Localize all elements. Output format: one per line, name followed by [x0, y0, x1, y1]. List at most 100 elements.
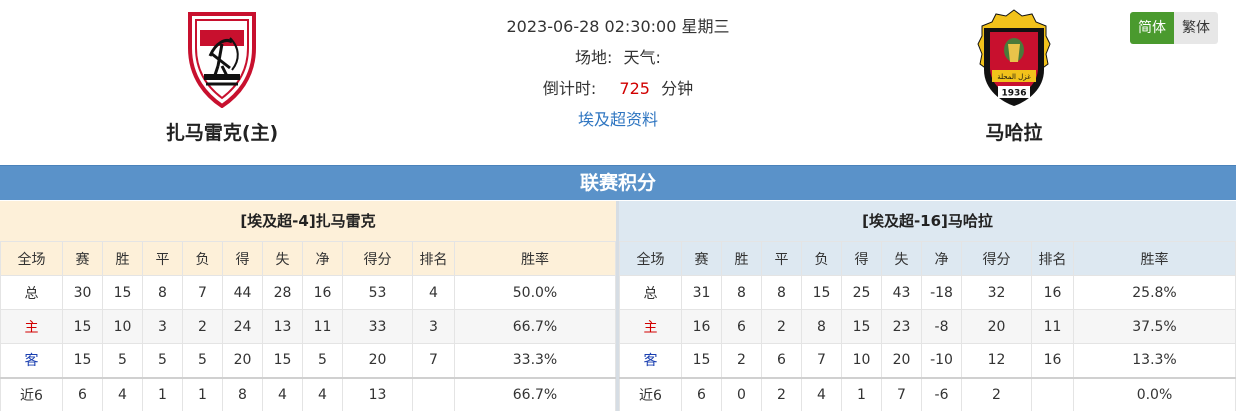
- column-header: 失: [881, 241, 922, 276]
- table-cell: 20: [222, 343, 263, 378]
- table-cell: 5: [102, 343, 143, 378]
- table-cell: 16: [1031, 343, 1074, 378]
- table-cell: 0: [721, 376, 762, 411]
- table-cell: 43: [881, 275, 922, 310]
- table-cell: 25: [841, 275, 882, 310]
- table-cell: 33.3%: [454, 343, 616, 378]
- league-info-link[interactable]: 埃及超资料: [578, 110, 658, 129]
- home-table-header: 全场赛胜平负得失净得分 排名 胜率: [0, 241, 616, 276]
- table-cell: 7: [881, 376, 922, 411]
- table-cell: 2: [961, 376, 1032, 411]
- table-cell: 近6: [0, 376, 63, 411]
- table-cell: [412, 376, 455, 411]
- away-team-name: 马哈拉: [985, 122, 1043, 144]
- table-cell: 8: [761, 275, 802, 310]
- table-cell: 66.7%: [454, 376, 616, 411]
- table-cell: -6: [921, 376, 962, 411]
- table-cell: 31: [681, 275, 722, 310]
- column-header: 得: [222, 241, 263, 276]
- table-cell: 11: [1031, 309, 1074, 344]
- column-header: 全场: [619, 241, 682, 276]
- column-header: 胜: [721, 241, 762, 276]
- table-cell: 6: [721, 309, 762, 344]
- table-cell: -8: [921, 309, 962, 344]
- table-cell: 24: [222, 309, 263, 344]
- table-cell: 13: [262, 309, 303, 344]
- away-table-body: 总 31 8 8 15 25 43 -18 32 16 25.8% 主 16 6 2 8 15 23 -8 20 11 3…: [619, 275, 1236, 411]
- table-row: 客 15 5 5 5 20 15 5 20 7 33.3%: [0, 343, 616, 378]
- table-cell: 5: [142, 343, 183, 378]
- column-header: 得分: [342, 241, 413, 276]
- column-header: 净: [302, 241, 343, 276]
- table-cell: 4: [102, 376, 143, 411]
- table-cell: 15: [262, 343, 303, 378]
- table-cell: 8: [142, 275, 183, 310]
- table-cell: 13: [342, 376, 413, 411]
- home-standings-panel: [埃及超-4]扎马雷克 全场赛胜平负得失净得分 排名 胜率 总 30 15 8 7 44 28 1…: [0, 201, 616, 411]
- venue-label: 场地:: [575, 48, 613, 67]
- column-header: 负: [182, 241, 223, 276]
- table-cell: 20: [881, 343, 922, 378]
- table-row: 近6 6 4 1 1 8 4 4 13 66.7%: [0, 376, 616, 411]
- away-team[interactable]: غزل المحلة 1936 马哈拉: [934, 8, 1094, 145]
- home-standings-title: [埃及超-4]扎马雷克: [0, 201, 616, 241]
- standings-section-title: 联赛积分: [0, 165, 1236, 200]
- table-cell: 16: [681, 309, 722, 344]
- table-cell: 1: [841, 376, 882, 411]
- table-cell: 8: [721, 275, 762, 310]
- home-team[interactable]: 扎马雷克(主): [142, 8, 302, 145]
- countdown-unit: 分钟: [661, 79, 694, 98]
- table-cell: 23: [881, 309, 922, 344]
- table-cell: 11: [302, 309, 343, 344]
- ghazl-mahalla-logo-icon: غزل المحلة 1936: [977, 9, 1051, 106]
- column-header: 胜: [102, 241, 143, 276]
- column-header: 排名: [412, 241, 455, 276]
- table-cell: 7: [801, 343, 842, 378]
- table-cell: 50.0%: [454, 275, 616, 310]
- table-cell: 16: [1031, 275, 1074, 310]
- table-cell: 总: [0, 275, 63, 310]
- table-cell: 0.0%: [1073, 376, 1236, 411]
- table-row: 近6 6 0 2 4 1 7 -6 2 0.0%: [619, 376, 1236, 411]
- table-cell: 44: [222, 275, 263, 310]
- home-team-name: 扎马雷克(主): [165, 122, 279, 144]
- table-cell: 2: [761, 376, 802, 411]
- table-cell: 32: [961, 275, 1032, 310]
- table-cell: 13.3%: [1073, 343, 1236, 378]
- table-cell: 15: [62, 309, 103, 344]
- lang-traditional-button[interactable]: 繁体: [1174, 12, 1218, 44]
- column-header: 胜率: [1073, 241, 1236, 276]
- column-header: 失: [262, 241, 303, 276]
- table-cell: 30: [62, 275, 103, 310]
- home-table-body: 总 30 15 8 7 44 28 16 53 4 50.0% 主 15 10 3 2 24 13 11 33 3 66.…: [0, 275, 616, 411]
- countdown-value: 725: [619, 79, 650, 98]
- weather-label: 天气:: [623, 48, 661, 67]
- table-cell: 6: [62, 376, 103, 411]
- table-cell: 近6: [619, 376, 682, 411]
- table-cell: 6: [761, 343, 802, 378]
- column-header: 净: [921, 241, 962, 276]
- table-cell: 15: [62, 343, 103, 378]
- away-table-header: 全场赛胜平负得失净得分 排名 胜率: [619, 241, 1236, 276]
- table-cell: 25.8%: [1073, 275, 1236, 310]
- table-cell: 1: [182, 376, 223, 411]
- table-cell: 客: [619, 343, 682, 378]
- column-header: 平: [761, 241, 802, 276]
- lang-simplified-button[interactable]: 简体: [1130, 12, 1174, 44]
- table-row: 总 30 15 8 7 44 28 16 53 4 50.0%: [0, 275, 616, 310]
- table-cell: 总: [619, 275, 682, 310]
- table-cell: -18: [921, 275, 962, 310]
- table-cell: 4: [262, 376, 303, 411]
- table-cell: 4: [801, 376, 842, 411]
- table-cell: 1: [142, 376, 183, 411]
- table-cell: 4: [302, 376, 343, 411]
- table-cell: -10: [921, 343, 962, 378]
- table-cell: 3: [412, 309, 455, 344]
- table-cell: 7: [412, 343, 455, 378]
- table-cell: 16: [302, 275, 343, 310]
- table-cell: 2: [761, 309, 802, 344]
- countdown-label: 倒计时:: [542, 79, 597, 98]
- zamalek-logo-icon: [188, 12, 256, 108]
- column-header: 平: [142, 241, 183, 276]
- language-toggle: 简体 繁体: [1130, 12, 1218, 44]
